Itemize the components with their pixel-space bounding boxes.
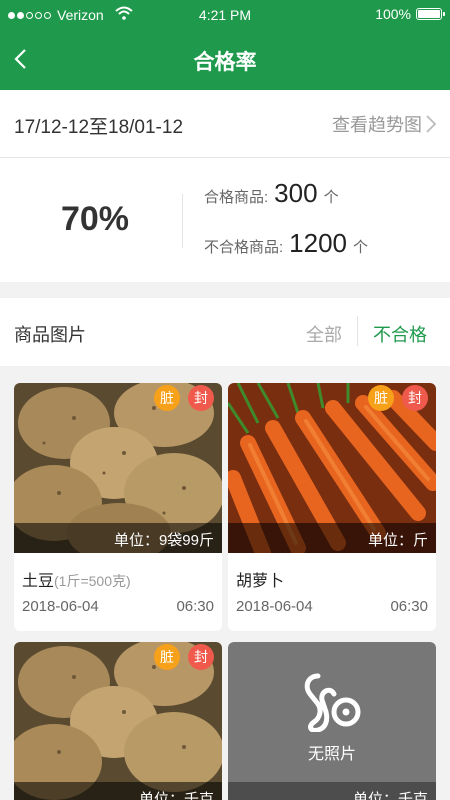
- product-name-text: 土豆: [22, 573, 55, 590]
- product-date: 2018-06-04: [22, 598, 99, 615]
- product-spec: (1斤=500克): [54, 573, 131, 589]
- view-trend-link[interactable]: 查看趋势图: [332, 111, 438, 137]
- app-header: Verizon 4:21 PM 100% 合格率: [0, 0, 450, 90]
- unqualified-count: 1200: [289, 228, 348, 258]
- no-photo-icon: [304, 673, 361, 732]
- nav-bar: 合格率: [0, 30, 450, 90]
- pass-rate-value: 70%: [60, 200, 130, 238]
- qualified-row: 合格商品: 300 个: [204, 178, 339, 209]
- unit-label: 单位：千克: [14, 782, 222, 800]
- unqualified-unit: 个: [353, 239, 369, 256]
- page-title: 合格率: [193, 51, 257, 74]
- product-name: 土豆(1斤=500克): [22, 567, 131, 591]
- unqualified-row: 不合格商品: 1200 个: [204, 228, 368, 259]
- product-time: 06:30: [390, 598, 428, 615]
- no-photo-label: 无照片: [307, 746, 356, 763]
- qualified-count: 300: [274, 178, 318, 208]
- unqualified-label: 不合格商品:: [204, 239, 284, 256]
- battery-icon: [416, 8, 445, 20]
- section-title: 商品图片: [14, 325, 86, 345]
- filter-all-tab[interactable]: 全部: [306, 321, 342, 347]
- product-card[interactable]: 脏 封 单位：千克: [14, 642, 222, 800]
- stats-panel: 70% 合格商品: 300 个 不合格商品: 1200 个: [0, 158, 450, 282]
- unit-label: 单位：9袋99斤: [14, 523, 222, 553]
- dirty-badge: 脏: [154, 385, 180, 411]
- product-name-text: 胡萝卜: [236, 573, 285, 590]
- sealed-badge: 封: [188, 385, 214, 411]
- dirty-badge: 脏: [368, 385, 394, 411]
- view-trend-label: 查看趋势图: [332, 115, 422, 135]
- unit-label: 单位：千克: [228, 782, 436, 800]
- product-name: 胡萝卜: [236, 567, 284, 591]
- product-images-header: 商品图片 全部 不合格: [0, 298, 450, 366]
- battery-percent: 100%: [375, 6, 411, 22]
- no-photo-placeholder: 无照片: [228, 642, 436, 800]
- product-time: 06:30: [176, 598, 214, 615]
- filter-divider: [357, 316, 358, 346]
- qualified-label: 合格商品:: [204, 189, 269, 206]
- unit-label: 单位：斤: [228, 523, 436, 553]
- sealed-badge: 封: [402, 385, 428, 411]
- dirty-badge: 脏: [154, 644, 180, 670]
- date-range-row: 17/12-12至18/01-12 查看趋势图: [0, 90, 450, 158]
- qualified-unit: 个: [323, 189, 339, 206]
- filter-unqualified-tab[interactable]: 不合格: [373, 321, 427, 347]
- product-card[interactable]: 脏 封 单位：斤 胡萝卜 2018-06-04 06:30: [228, 383, 436, 631]
- product-card[interactable]: 脏 封 单位：9袋99斤 土豆(1斤=500克) 2018-06-04 06:3…: [14, 383, 222, 631]
- product-date: 2018-06-04: [236, 598, 313, 615]
- date-range-label[interactable]: 17/12-12至18/01-12: [14, 112, 183, 139]
- product-card[interactable]: 无照片 单位：千克: [228, 642, 436, 800]
- status-bar: Verizon 4:21 PM 100%: [0, 0, 450, 30]
- chevron-right-icon: [426, 115, 437, 133]
- stats-divider: [182, 194, 183, 248]
- sealed-badge: 封: [188, 644, 214, 670]
